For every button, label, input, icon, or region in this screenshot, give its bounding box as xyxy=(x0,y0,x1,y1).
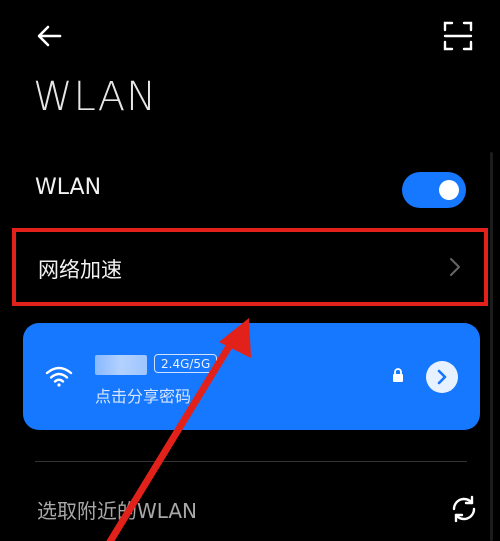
network-acceleration-label: 网络加速 xyxy=(38,258,122,282)
chevron-right-icon xyxy=(450,258,460,276)
connected-network-card[interactable]: 2.4G/5G 点击分享密码 xyxy=(23,323,480,430)
toggle-knob xyxy=(439,180,459,200)
refresh-button[interactable] xyxy=(448,493,480,525)
chevron-right-circle-icon xyxy=(437,369,447,385)
network-details-button[interactable] xyxy=(426,361,458,393)
wlan-toggle-switch[interactable] xyxy=(402,172,466,208)
arrow-left-icon xyxy=(37,25,62,47)
page-title: WLAN xyxy=(33,74,158,120)
wlan-toggle-label: WLAN xyxy=(35,175,102,200)
band-badge: 2.4G/5G xyxy=(154,354,218,373)
scrollbar[interactable] xyxy=(490,152,493,541)
share-password-label[interactable]: 点击分享密码 xyxy=(95,383,191,407)
network-acceleration-item[interactable]: 网络加速 xyxy=(12,228,488,306)
scan-button[interactable] xyxy=(436,14,480,58)
scan-frame-icon xyxy=(443,21,473,51)
nearby-networks-label: 选取附近的WLAN xyxy=(37,499,198,523)
network-name-redacted xyxy=(95,355,147,375)
divider xyxy=(35,461,467,462)
wifi-icon xyxy=(45,366,73,387)
refresh-icon xyxy=(452,495,476,523)
lock-icon xyxy=(393,368,403,382)
back-button[interactable] xyxy=(30,16,70,56)
